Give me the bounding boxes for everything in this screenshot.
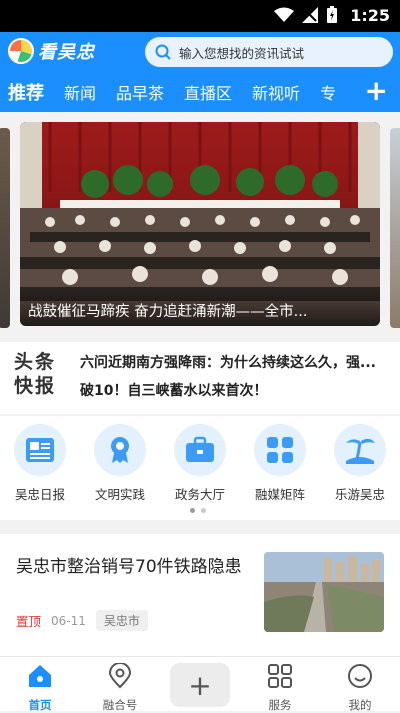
tab-video[interactable]: 新视听 — [252, 80, 300, 104]
search-placeholder: 输入您想找的资讯试试 — [179, 45, 305, 61]
newspaper-icon — [14, 424, 66, 476]
carousel-next-slide[interactable] — [390, 128, 400, 328]
search-input[interactable]: 输入您想找的资讯试试 — [145, 37, 393, 67]
headline-logo-line2: 快报 — [14, 375, 57, 397]
flower-medal-icon — [94, 424, 146, 476]
logo-mark-icon — [8, 38, 34, 64]
headline-news: 头条 快报 六问近期南方强降雨：为什么持续这么久，强... 破10！自三峡蓄水以… — [0, 342, 400, 414]
article-source: 吴忠市 — [95, 610, 148, 631]
article-meta: 置顶 06-11 吴忠市 — [16, 610, 148, 631]
wifi-icon — [274, 7, 294, 22]
banner-carousel: 战鼓催征马蹄疾 奋力追赶涌新潮——全市... — [0, 112, 400, 338]
service-civilization-practice[interactable]: 文明实践 — [80, 424, 160, 503]
app-name: 看吴忠 — [38, 42, 95, 63]
nav-home[interactable]: 首页 — [0, 663, 80, 713]
service-label: 吴忠日报 — [14, 487, 65, 502]
page-dot-active — [190, 508, 195, 513]
palm-tree-icon — [334, 424, 386, 476]
grid-icon — [254, 424, 306, 476]
service-wuzhong-daily[interactable]: 吴忠日报 — [0, 424, 80, 503]
tab-recommend[interactable]: 推荐 — [8, 79, 44, 105]
tab-news[interactable]: 新闻 — [64, 80, 96, 104]
service-label: 政务大厅 — [174, 487, 225, 502]
profile-icon — [348, 664, 372, 688]
service-government-hall[interactable]: 政务大厅 — [160, 424, 240, 503]
grid-icon — [268, 664, 292, 688]
briefcase-icon — [174, 424, 226, 476]
banner-slide[interactable]: 战鼓催征马蹄疾 奋力追赶涌新潮——全市... — [20, 122, 380, 326]
carousel-prev-slide[interactable] — [0, 128, 10, 328]
bottom-nav: 首页 融合号 + 服务 我的 — [0, 656, 400, 713]
services-grid: 吴忠日报 文明实践 政务大厅 融媒矩阵 乐游吴忠 — [0, 416, 400, 520]
article-title: 吴忠市整治销号70件铁路隐患 — [16, 557, 242, 577]
search-icon — [155, 44, 171, 60]
page-dot — [201, 508, 206, 513]
headline-logo-line1: 头条 — [14, 351, 57, 373]
app-header: 看吴忠 输入您想找的资讯试试 — [0, 32, 400, 72]
headline-item[interactable]: 破10！自三峡蓄水以来首次！ — [80, 380, 390, 400]
headline-item[interactable]: 六问近期南方强降雨：为什么持续这么久，强... — [80, 352, 390, 372]
clock: 1:25 — [350, 6, 390, 25]
service-label: 融媒矩阵 — [254, 487, 305, 502]
add-channel-icon[interactable]: + — [365, 77, 388, 105]
service-media-matrix[interactable]: 融媒矩阵 — [240, 424, 320, 503]
nav-fusion[interactable]: 融合号 — [80, 662, 160, 713]
tabs-fade — [340, 72, 360, 112]
banner-caption: 战鼓催征马蹄疾 奋力追赶涌新潮——全市... — [20, 288, 380, 326]
channel-tabs: 推荐 新闻 品早茶 直播区 新视听 专 + — [0, 72, 400, 112]
status-bar: 1:25 — [0, 0, 400, 32]
service-label: 乐游吴忠 — [334, 487, 385, 502]
tab-morning-tea[interactable]: 品早茶 — [116, 80, 164, 104]
tab-live[interactable]: 直播区 — [184, 80, 232, 104]
status-icons — [274, 6, 338, 24]
article-date: 06-11 — [51, 613, 86, 628]
service-label: 文明实践 — [94, 487, 145, 502]
publish-button[interactable]: + — [170, 663, 230, 707]
location-pin-icon — [108, 662, 132, 689]
signal-icon — [302, 7, 318, 23]
services-page-indicator — [190, 508, 206, 513]
battery-icon — [327, 6, 337, 23]
service-travel-wuzhong[interactable]: 乐游吴忠 — [320, 424, 400, 503]
tab-special[interactable]: 专 — [320, 80, 336, 104]
nav-profile[interactable]: 我的 — [320, 663, 400, 713]
home-icon — [29, 665, 51, 687]
article-card[interactable]: 吴忠市整治销号70件铁路隐患 置顶 06-11 吴忠市 — [0, 534, 400, 656]
app-logo[interactable]: 看吴忠 — [8, 38, 95, 64]
headline-logo: 头条 快报 — [14, 350, 68, 398]
nav-services[interactable]: 服务 — [240, 663, 320, 713]
article-thumbnail — [264, 552, 384, 632]
pinned-badge: 置顶 — [16, 614, 42, 629]
plus-icon: + — [188, 668, 212, 702]
